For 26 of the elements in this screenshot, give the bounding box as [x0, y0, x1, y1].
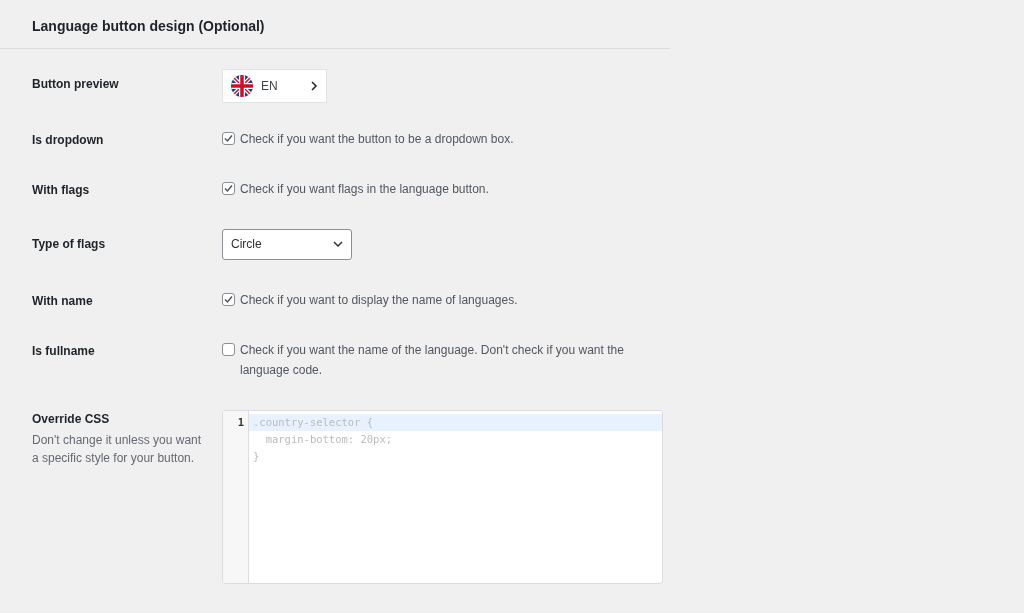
checkbox[interactable] — [222, 342, 235, 356]
field-label: Override CSS — [32, 410, 111, 428]
checkbox[interactable] — [222, 292, 235, 306]
checkbox-description: Check if you want to display the name of languages. — [240, 291, 518, 309]
field-label: Is fullname — [32, 342, 96, 360]
field-label: With name — [32, 292, 94, 310]
field-label: Button preview — [32, 75, 120, 93]
language-preview-button[interactable]: EN — [222, 68, 327, 103]
line-number: 1 — [236, 414, 244, 430]
checkbox-description: Check if you want the button to be a dropdown box. — [240, 130, 514, 148]
checkbox-description: Check if you want flags in the language button. — [240, 180, 489, 198]
checkbox-description: Check if you want the name of the language. Don't check if you want the language code. — [240, 341, 625, 379]
field-label: Type of flags — [32, 235, 107, 253]
field-label: Is dropdown — [32, 131, 105, 149]
code-line: margin-bottom: 20px; — [264, 431, 394, 447]
chevron-down-icon — [333, 240, 343, 248]
css-code-editor[interactable]: 1 .country-selector { margin-bottom: 20px; } — [222, 409, 663, 584]
field-hint: Don't change it unless you want a specific style for your button. — [32, 431, 203, 467]
checkbox[interactable] — [222, 131, 235, 145]
chevron-right-icon — [310, 80, 318, 91]
checkbox[interactable] — [222, 181, 235, 195]
flag-type-select[interactable]: Circle — [222, 228, 352, 260]
union-flag-icon — [231, 74, 253, 97]
code-line: } — [252, 448, 261, 464]
section-title: Language button design (Optional) — [32, 18, 266, 36]
field-label: With flags — [32, 181, 91, 199]
